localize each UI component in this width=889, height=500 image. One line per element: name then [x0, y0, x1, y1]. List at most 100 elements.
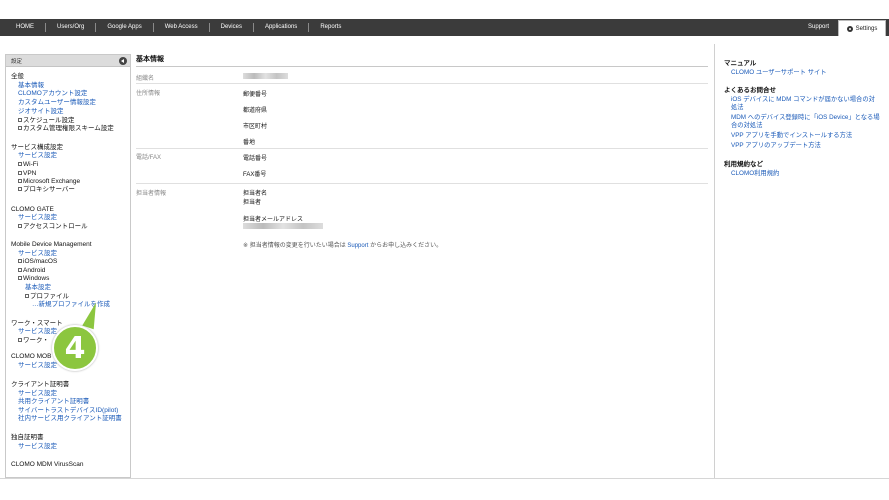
sidebar-item-label: サービス設定	[18, 328, 57, 335]
nav-google-apps[interactable]: Google Apps	[96, 23, 154, 32]
expand-icon[interactable]	[18, 276, 22, 280]
nav-web-access[interactable]: Web Access	[154, 23, 210, 32]
top-navigation-bar: HOME Users/Org Google Apps Web Access De…	[0, 19, 889, 36]
contact-change-note: ※ 担当者情報の変更を行いたい場合は Support からお申し込みください。	[243, 240, 442, 249]
nav-users-org[interactable]: Users/Org	[46, 23, 97, 32]
sidebar-item[interactable]: iOS/macOS	[18, 258, 57, 266]
terms-link[interactable]: CLOMO利用規約	[731, 170, 881, 178]
expand-icon[interactable]	[18, 118, 22, 122]
row-divider	[136, 83, 708, 84]
faq-link[interactable]: VPP アプリのアップデート方法	[731, 142, 881, 150]
sidebar-section-title: 独自証明書	[11, 434, 44, 442]
expand-icon[interactable]	[18, 338, 22, 342]
sidebar-item-label: サイバートラストデバイスID(pilot)	[18, 407, 119, 414]
page-title: 基本情報	[136, 56, 164, 63]
expand-icon[interactable]	[18, 126, 22, 130]
sidebar-section-title: CLOMO GATE	[11, 206, 54, 214]
contact-name-label: 担当者名	[243, 191, 268, 197]
sidebar-item-label: 基本設定	[25, 284, 51, 291]
row-divider	[136, 148, 708, 149]
sidebar-item[interactable]: サービス設定	[18, 250, 57, 258]
phone-fax-label: 電話/FAX	[136, 155, 162, 161]
sidebar-title: 設定	[11, 59, 23, 65]
sidebar-item[interactable]: サービス設定	[18, 362, 57, 370]
sidebar-item[interactable]: プロキシサーバー	[18, 186, 75, 194]
sidebar-item-label: サービス設定	[18, 362, 57, 369]
sidebar-item[interactable]: アクセスコントロール	[18, 223, 88, 231]
expand-icon[interactable]	[18, 224, 22, 228]
sidebar-item-label: サービス設定	[18, 443, 57, 450]
sidebar-section-title: 全般	[11, 73, 24, 81]
sidebar-item-label: サービス構成設定	[11, 144, 63, 151]
sidebar-item[interactable]: サービス設定	[18, 443, 57, 451]
expand-icon[interactable]	[18, 187, 22, 191]
sidebar-item[interactable]: VPN	[18, 170, 36, 178]
fax-field: FAX番号	[243, 172, 267, 178]
sidebar-item-label: アクセスコントロール	[23, 223, 88, 230]
sidebar-item-label: 共用クライアント証明書	[18, 398, 90, 405]
faq-link[interactable]: iOS デバイスに MDM コマンドが届かない場合の対処法	[731, 96, 881, 112]
expand-icon[interactable]	[18, 162, 22, 166]
sidebar-item[interactable]: ジオサイト設定	[18, 108, 64, 116]
sidebar-item[interactable]: 基本情報	[18, 82, 44, 90]
expand-icon[interactable]	[18, 171, 22, 175]
sidebar-item[interactable]: サービス設定	[18, 390, 57, 398]
sidebar-item[interactable]: サービス設定	[18, 152, 57, 160]
postal-code-field: 郵便番号	[243, 92, 268, 98]
sidebar-item-label: VPN	[23, 170, 37, 177]
note-support-link[interactable]: Support	[347, 243, 368, 249]
sidebar-item-label: Windows	[23, 275, 50, 282]
sidebar-item-label: クライアント証明書	[11, 381, 70, 388]
sidebar-item-label: 独自証明書	[11, 434, 44, 441]
nav-home[interactable]: HOME	[6, 23, 46, 32]
nav-support[interactable]: Support	[808, 19, 829, 36]
faq-link[interactable]: MDM へのデバイス登録時に「iOS Device」となる場合の対処法	[731, 114, 881, 130]
sidebar-item[interactable]: 基本設定	[25, 284, 51, 292]
sidebar-item-label: Microsoft Exchange	[23, 178, 81, 185]
sidebar-item-label: ワーク・スマート	[11, 320, 63, 327]
sidebar-item-label: Wi-Fi	[23, 161, 39, 168]
sidebar-item-label: プロファイル	[30, 293, 69, 300]
sidebar-item[interactable]: カスタムユーザー情報設定	[18, 99, 96, 107]
sidebar-item[interactable]: ワーク・	[18, 337, 49, 345]
sidebar-item[interactable]: 共用クライアント証明書	[18, 398, 89, 406]
sidebar-item[interactable]: スケジュール設定	[18, 117, 75, 125]
sidebar-item[interactable]: 社内サービス用クライアント証明書	[18, 415, 122, 423]
faq-link[interactable]: VPP アプリを手動でインストールする方法	[731, 132, 881, 140]
sidebar-section-title: CLOMO MOB	[11, 353, 51, 361]
expand-icon[interactable]	[18, 268, 22, 272]
sidebar-item[interactable]: プロファイル	[25, 293, 69, 301]
expand-icon[interactable]	[18, 179, 22, 183]
sidebar-section-title: CLOMO MDM VirusScan	[11, 461, 83, 469]
expand-icon[interactable]	[25, 294, 29, 298]
sidebar-item[interactable]: Windows	[18, 275, 49, 283]
contact-email-label: 担当者メールアドレス	[243, 217, 304, 223]
nav-devices[interactable]: Devices	[210, 23, 254, 32]
sidebar-item[interactable]: サイバートラストデバイスID(pilot)	[18, 407, 118, 415]
row-divider	[136, 183, 708, 184]
sidebar-item[interactable]: Microsoft Exchange	[18, 178, 80, 186]
settings-tab[interactable]: Settings	[838, 20, 886, 36]
nav-applications[interactable]: Applications	[254, 23, 310, 32]
sidebar-section-title: ワーク・スマート	[11, 320, 63, 328]
manual-link[interactable]: CLOMO ユーザーサポート サイト	[731, 69, 881, 77]
org-value-redacted	[243, 73, 288, 79]
sidebar-item-label: CLOMO MDM VirusScan	[11, 461, 84, 468]
sidebar-section-title: クライアント証明書	[11, 381, 69, 389]
sidebar-item[interactable]: CLOMOアカウント設定	[18, 90, 87, 98]
sidebar-item[interactable]: カスタム管理権限スキーム設定	[18, 125, 114, 133]
street-field: 番地	[243, 140, 256, 146]
sidebar-item[interactable]: Wi-Fi	[18, 161, 38, 169]
contact-label: 担当者情報	[136, 191, 167, 197]
sidebar-item-label: CLOMO GATE	[11, 206, 54, 213]
sidebar-item[interactable]: サービス設定	[18, 214, 57, 222]
nav-reports[interactable]: Reports	[309, 23, 352, 32]
collapse-sidebar-icon[interactable]	[119, 57, 127, 65]
sidebar-item-label: ワーク・	[23, 337, 49, 344]
expand-icon[interactable]	[18, 259, 22, 263]
sidebar-item[interactable]: サービス設定	[18, 328, 57, 336]
sidebar-item[interactable]: Android	[18, 267, 45, 275]
sidebar-item-label: 社内サービス用クライアント証明書	[18, 415, 122, 422]
manual-heading: マニュアル	[724, 60, 757, 67]
footer-divider	[0, 478, 889, 479]
